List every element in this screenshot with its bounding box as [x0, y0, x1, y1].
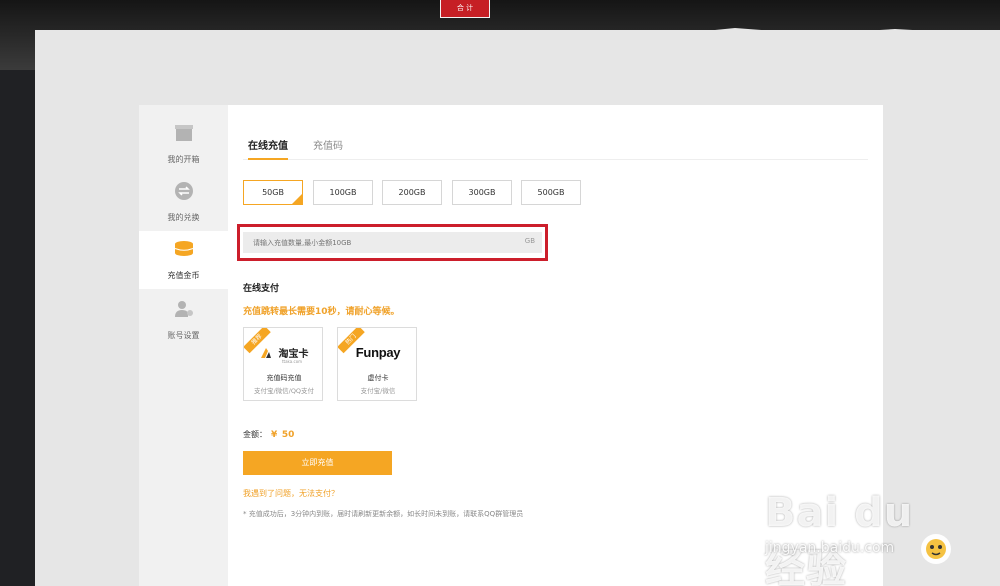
baidu-jingyan-watermark: Bai du 经验 jingyan.baidu.com [765, 480, 965, 586]
funpay-logo: Funpay [338, 342, 418, 364]
user-settings-icon [174, 301, 193, 317]
amount-option-200gb[interactable]: 200GB [382, 180, 442, 205]
payment-method-taoka[interactable]: 推荐 淘宝卡 ttaka.com 充值码充值 支付宝/微信/QQ支付 [243, 327, 323, 401]
recharge-now-button[interactable]: 立即充值 [243, 451, 392, 475]
payment-problem-link[interactable]: 我遇到了问题，无法支付？ [243, 488, 339, 499]
header-logo-badge[interactable]: 合 计 [440, 0, 490, 18]
taoka-logo-domain: ttaka.com [281, 359, 303, 364]
sidebar-item-my-boxes[interactable]: 我的开箱 [139, 115, 228, 173]
coins-icon [174, 241, 193, 256]
tab-recharge-code[interactable]: 充值码 [313, 137, 343, 160]
total-value: 50 [281, 430, 295, 440]
exchange-icon [174, 182, 193, 200]
sidebar-item-my-exchange[interactable]: 我的兑换 [139, 173, 228, 231]
custom-amount-highlight: GB [237, 224, 548, 261]
recharge-tabs: 在线充值 充值码 [243, 133, 868, 160]
sidebar: 我的开箱 我的兑换 充值金币 账号设置 [139, 105, 228, 586]
amount-option-300gb[interactable]: 300GB [452, 180, 512, 205]
amount-option-50gb[interactable]: 50GB [243, 180, 303, 205]
total-amount-row: 金额： ¥ 50 [243, 429, 294, 440]
mascot-icon[interactable] [920, 533, 952, 565]
selected-check-icon [292, 194, 302, 204]
custom-amount-unit: GB [524, 237, 535, 245]
payment-method-name: 充值码充值 [266, 374, 302, 382]
watermark-url: jingyan.baidu.com [765, 540, 895, 556]
amount-label: 50GB [262, 188, 284, 197]
sidebar-item-label: 充值金币 [167, 271, 200, 280]
sidebar-item-label: 我的兑换 [167, 213, 200, 222]
amount-label: 300GB [468, 188, 496, 197]
amount-label: 200GB [398, 188, 426, 197]
taoka-logo: 淘宝卡 ttaka.com [244, 342, 324, 364]
total-label: 金额： [243, 430, 267, 439]
payment-method-sub: 支付宝/微信 [360, 387, 396, 395]
tab-online-recharge[interactable]: 在线充值 [248, 137, 288, 160]
sidebar-item-account-settings[interactable]: 账号设置 [139, 291, 228, 349]
payment-method-funpay[interactable]: 热门 Funpay 虚付卡 支付宝/微信 [337, 327, 417, 401]
redirect-notice: 充值跳转最长需要10秒，请耐心等候。 [243, 307, 400, 317]
recharge-footnote: * 充值成功后，3分钟内到账，届时请刷新更新余额，如长时间未到账，请联系QQ群管… [243, 510, 524, 518]
online-payment-title: 在线支付 [243, 284, 280, 294]
total-currency: ¥ [271, 430, 278, 440]
amount-option-500gb[interactable]: 500GB [521, 180, 581, 205]
sidebar-item-label: 我的开箱 [167, 155, 200, 164]
sidebar-item-label: 账号设置 [167, 331, 200, 340]
funpay-logo-text: Funpay [355, 345, 401, 360]
taoka-logo-icon [261, 347, 272, 358]
payment-method-name: 虚付卡 [367, 374, 389, 382]
amount-label: 100GB [329, 188, 357, 197]
amount-label: 500GB [537, 188, 565, 197]
amount-option-100gb[interactable]: 100GB [313, 180, 373, 205]
box-icon [174, 125, 193, 141]
sidebar-item-recharge-coins[interactable]: 充值金币 [139, 231, 228, 289]
torn-paper-edge [35, 28, 1000, 60]
payment-method-sub: 支付宝/微信/QQ支付 [253, 387, 315, 395]
custom-amount-input[interactable] [243, 232, 542, 253]
